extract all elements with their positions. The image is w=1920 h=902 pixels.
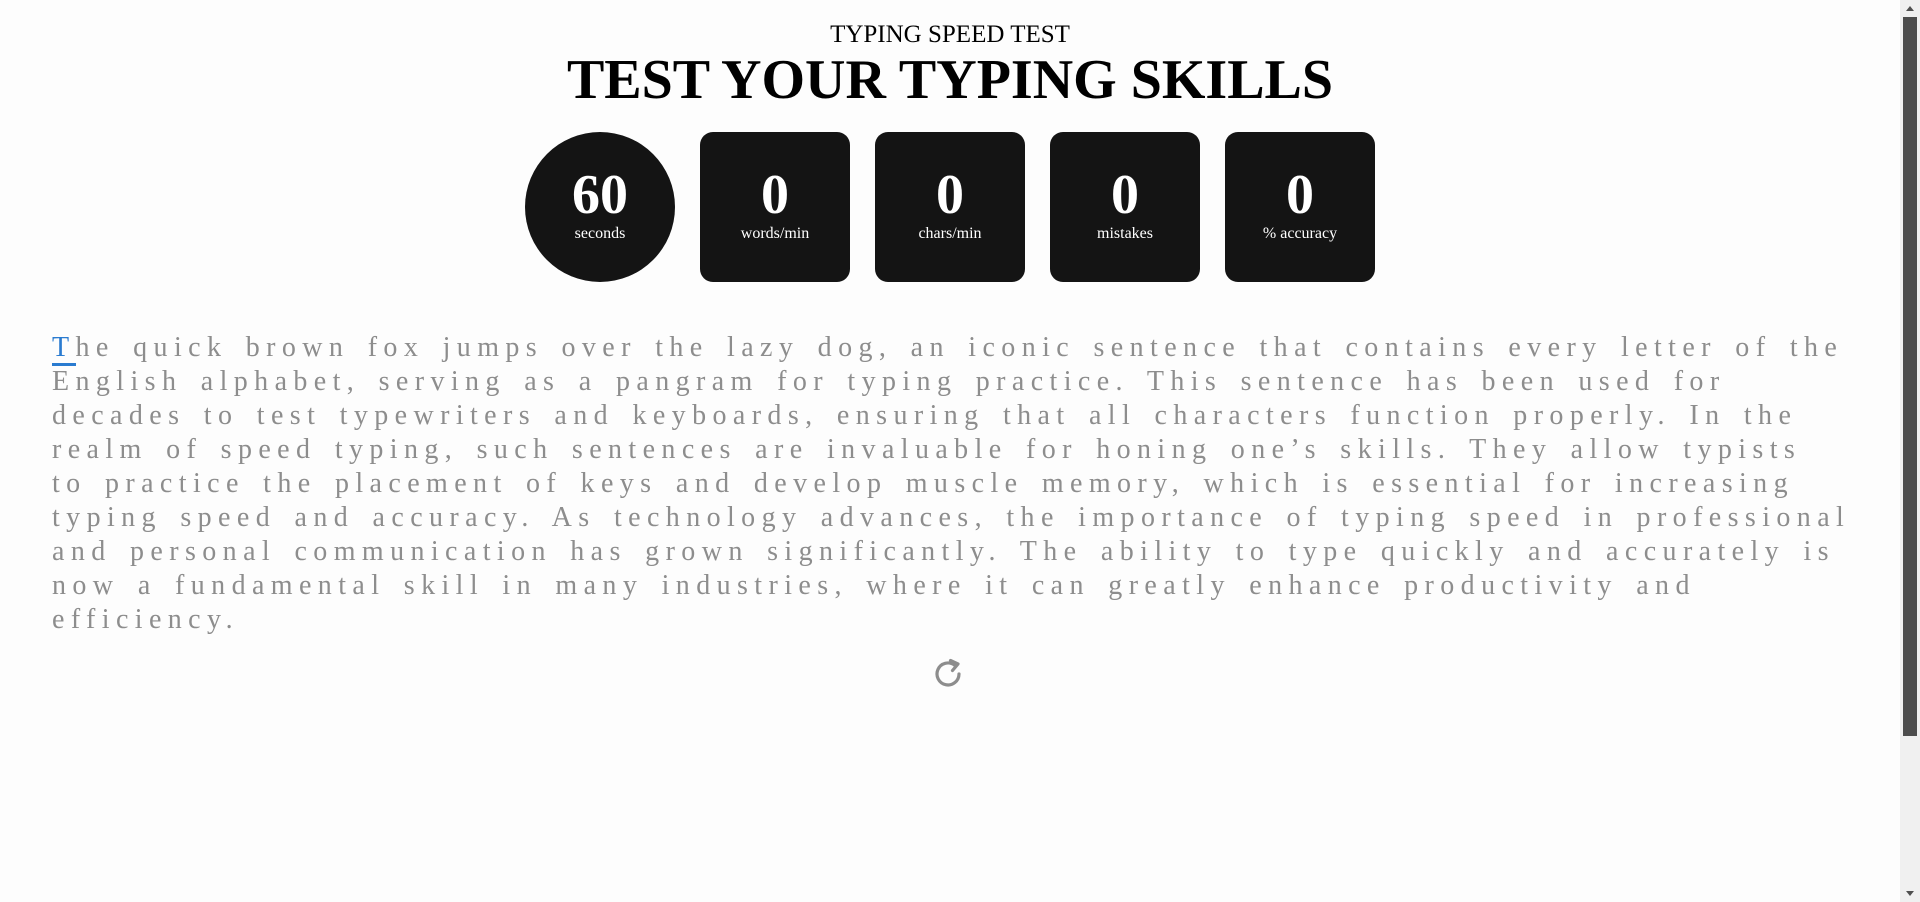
reset-button[interactable] (928, 654, 968, 694)
scroll-down-arrow-icon[interactable] (1900, 885, 1920, 902)
page: TYPING SPEED TEST TEST YOUR TYPING SKILL… (0, 0, 1920, 902)
wpm-stat: 0 words/min (700, 132, 850, 282)
page-title: TEST YOUR TYPING SKILLS (566, 49, 1334, 111)
cpm-stat: 0 chars/min (875, 132, 1025, 282)
stats-panel: 60 seconds 0 words/min 0 chars/min 0 mis… (525, 132, 1375, 282)
timer-value: 60 (572, 164, 628, 226)
vertical-scrollbar[interactable] (1900, 0, 1920, 902)
cpm-value: 0 (936, 164, 964, 226)
typing-test-app: TYPING SPEED TEST TEST YOUR TYPING SKILL… (0, 0, 1900, 902)
mistakes-label: mistakes (1097, 225, 1153, 242)
mistakes-stat: 0 mistakes (1050, 132, 1200, 282)
accuracy-value: 0 (1286, 164, 1314, 226)
scrollbar-thumb[interactable] (1903, 17, 1917, 736)
remaining-text: he quick brown fox jumps over the lazy d… (52, 332, 1851, 635)
timer-label: seconds (574, 225, 626, 242)
typing-passage[interactable]: The quick brown fox jumps over the lazy … (52, 331, 1852, 637)
wpm-label: words/min (740, 225, 810, 242)
accuracy-label: % accuracy (1262, 225, 1338, 242)
timer-stat: 60 seconds (525, 132, 675, 282)
refresh-icon (935, 658, 961, 687)
cpm-label: chars/min (918, 225, 982, 242)
scroll-up-arrow-icon[interactable] (1900, 0, 1920, 17)
app-subtitle: TYPING SPEED TEST (830, 21, 1070, 48)
accuracy-stat: 0 % accuracy (1225, 132, 1375, 282)
current-character: T (52, 332, 76, 366)
wpm-value: 0 (761, 164, 789, 226)
mistakes-value: 0 (1111, 164, 1139, 226)
